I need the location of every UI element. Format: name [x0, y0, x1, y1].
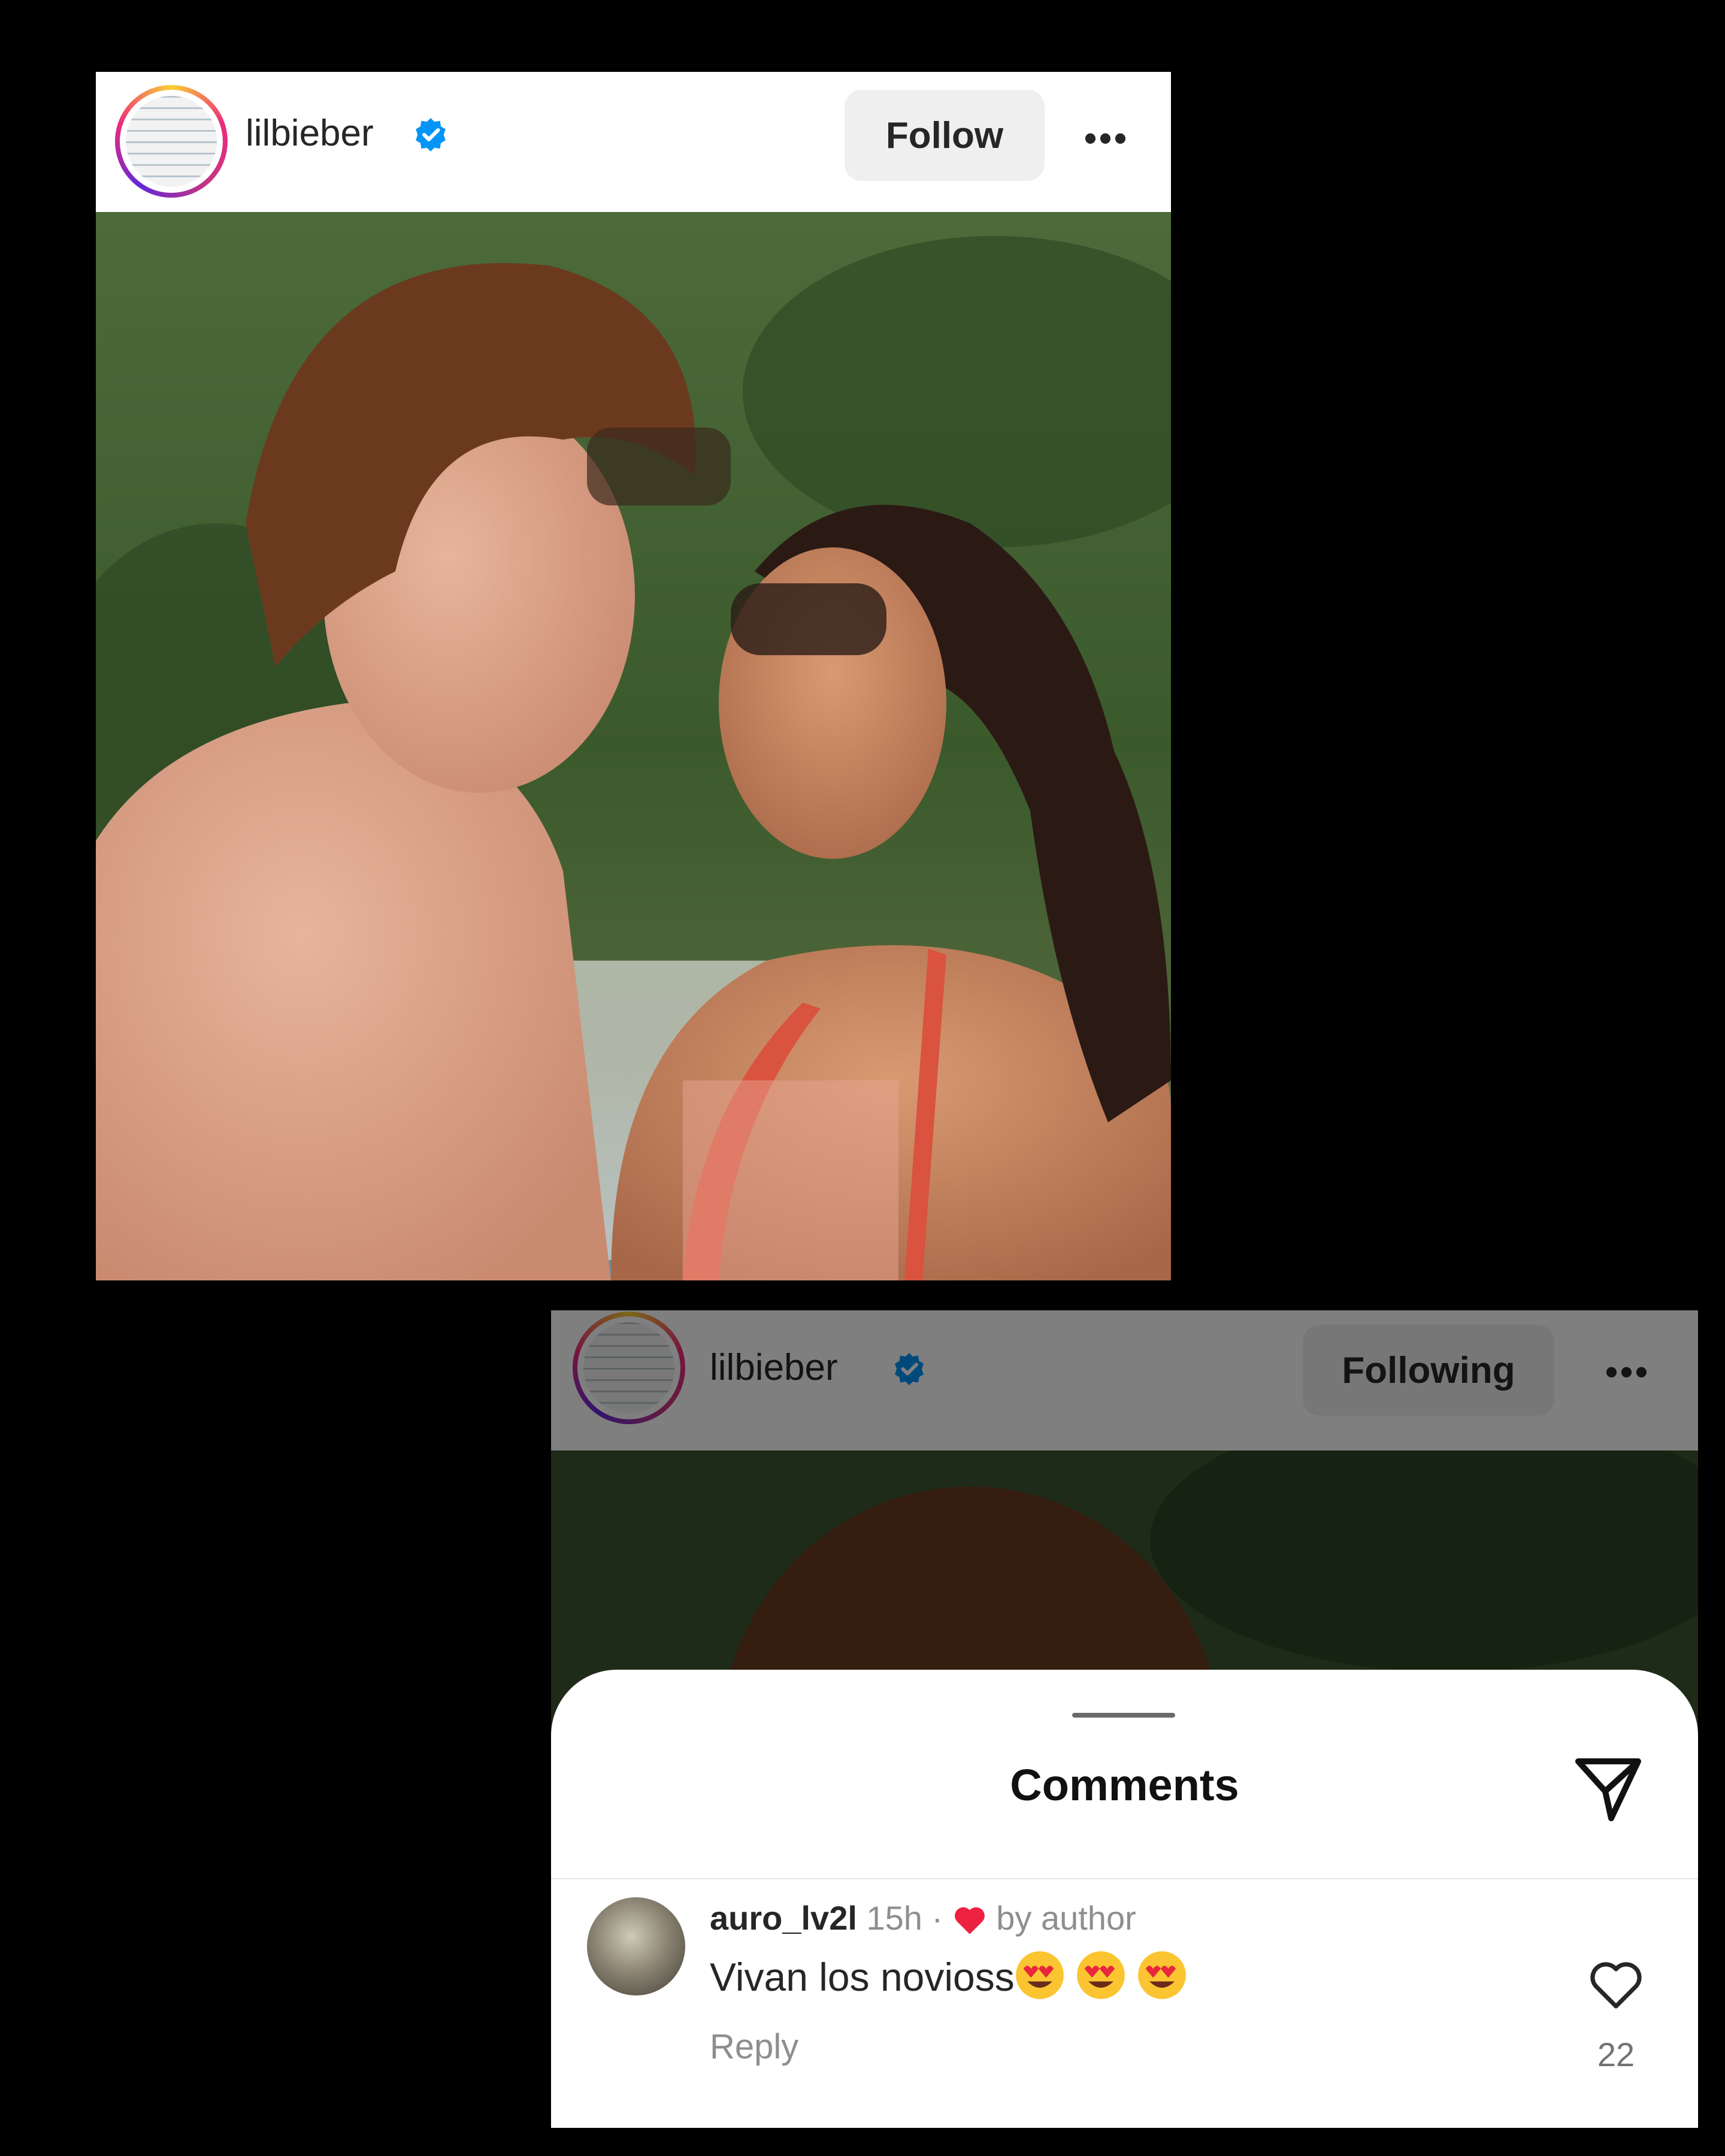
verified-badge-icon — [416, 118, 446, 152]
reply-button[interactable]: Reply — [710, 2027, 798, 2067]
red-heart-icon — [954, 1907, 985, 1934]
post-photo — [96, 212, 1171, 1280]
more-options-icon[interactable]: ••• — [1084, 117, 1129, 159]
post-header: lilbieber Follow ••• — [96, 72, 1171, 212]
comment-time: 15h — [866, 1899, 922, 1937]
heart-eyes-emoji — [1137, 1951, 1186, 1999]
comment-meta: auro_lv2l 15h · by author — [710, 1898, 1136, 1937]
heart-eyes-emoji — [1076, 1951, 1125, 1999]
sheet-drag-handle[interactable] — [1072, 1713, 1175, 1718]
heart-eyes-emoji — [1015, 1951, 1064, 1999]
comment-body: Vivan los novioss — [710, 1955, 1015, 1999]
like-count: 22 — [1597, 2036, 1635, 2073]
heart-outline-icon[interactable] — [1587, 1956, 1645, 2013]
sheet-divider — [551, 1878, 1698, 1879]
liked-by-author-label: by author — [996, 1899, 1136, 1937]
profile-avatar[interactable] — [115, 85, 228, 198]
username[interactable]: lilbieber — [246, 115, 374, 152]
avatar-image — [126, 96, 217, 187]
sheet-title: Comments — [1010, 1760, 1239, 1810]
meta-separator: · — [931, 1899, 943, 1937]
commenter-avatar[interactable] — [587, 1897, 685, 1995]
comment-text: Vivan los novioss — [710, 1950, 1198, 2000]
follow-button[interactable]: Follow — [845, 90, 1045, 181]
comments-card: lilbieber Following ••• Comments auro_lv… — [551, 1310, 1698, 2128]
post-card: lilbieber Follow ••• — [96, 72, 1171, 1280]
commenter-username[interactable]: auro_lv2l — [710, 1899, 857, 1937]
share-send-icon[interactable] — [1572, 1752, 1644, 1824]
comments-sheet: Comments auro_lv2l 15h · by author Vivan… — [551, 1670, 1698, 2128]
